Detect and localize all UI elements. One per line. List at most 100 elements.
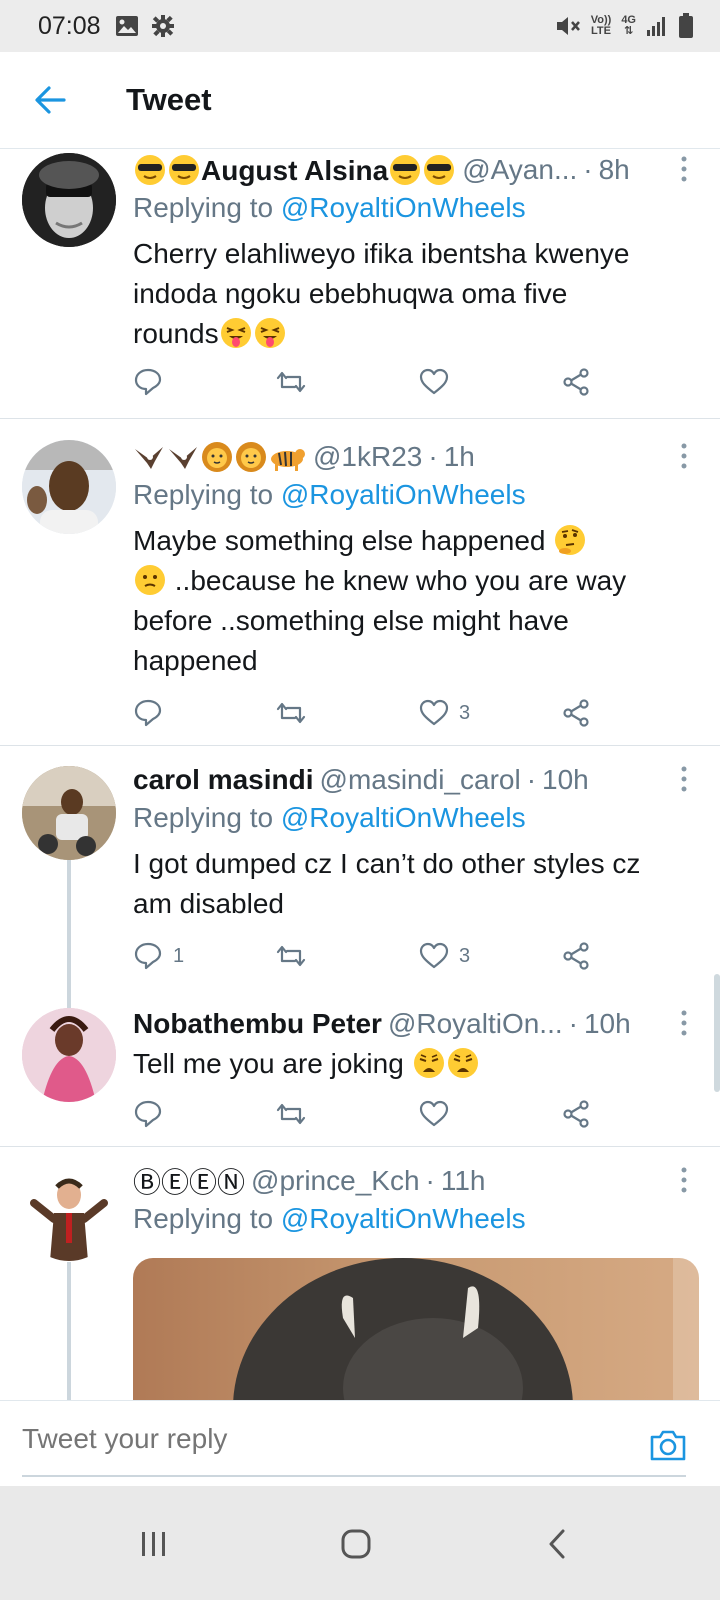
scrollbar-thumb[interactable] xyxy=(714,974,720,1092)
retweet-button[interactable] xyxy=(275,695,307,731)
author-handle[interactable]: @masindi_carol xyxy=(320,764,521,796)
reply-button[interactable] xyxy=(133,1096,173,1132)
avatar[interactable] xyxy=(22,766,116,860)
tweet-item[interactable]: @1kR23 · 1h Replying to @RoyaltiOnWheels… xyxy=(0,419,720,745)
tweet-media-image[interactable] xyxy=(133,1258,699,1418)
top-app-bar: Tweet xyxy=(0,52,720,149)
author-name[interactable]: ⒷⒺⒺⓃ xyxy=(133,1161,245,1201)
camera-icon[interactable] xyxy=(648,1425,688,1465)
avatar-image xyxy=(22,440,116,534)
confused-face-emoji-icon xyxy=(134,564,166,596)
like-button[interactable] xyxy=(419,1096,459,1132)
cool-face-emoji-icon xyxy=(423,154,455,186)
author-handle[interactable]: @Ayan... xyxy=(462,154,577,186)
home-icon[interactable] xyxy=(334,1522,378,1566)
share-icon xyxy=(563,942,589,970)
mention-link[interactable]: @RoyaltiOnWheels xyxy=(281,192,526,223)
retweet-icon xyxy=(276,1103,306,1125)
gallery-notification-icon xyxy=(115,16,138,36)
share-button[interactable] xyxy=(561,938,591,974)
kebab-menu-icon[interactable] xyxy=(674,764,694,798)
like-count: 3 xyxy=(459,944,471,967)
reply-button[interactable]: 1 xyxy=(133,938,184,974)
retweet-button[interactable] xyxy=(275,938,307,974)
media-photo xyxy=(133,1258,699,1418)
replying-to: Replying to @RoyaltiOnWheels xyxy=(133,1203,526,1234)
heart-icon xyxy=(419,368,449,395)
replying-to: Replying to @RoyaltiOnWheels xyxy=(133,192,526,223)
battery-icon xyxy=(679,13,693,38)
tweet-time: 10h xyxy=(583,1008,631,1039)
mention-link[interactable]: @RoyaltiOnWheels xyxy=(281,1203,526,1234)
comment-icon xyxy=(134,942,162,970)
heart-icon xyxy=(419,699,449,726)
tweet-item[interactable]: Nobathembu Peter @RoyaltiOn... · 10h Tel… xyxy=(0,996,720,1146)
share-icon xyxy=(563,699,589,727)
retweet-button[interactable] xyxy=(275,364,307,400)
author-name[interactable]: August Alsina xyxy=(201,155,388,186)
settings-notification-icon xyxy=(151,15,174,37)
share-button[interactable] xyxy=(561,1096,591,1132)
tweet-item[interactable]: ⒷⒺⒺⓃ @prince_Kch · 11h Replying to @Roya… xyxy=(0,1147,720,1418)
like-button[interactable]: 3 xyxy=(419,695,470,731)
status-bar: 07:08 Vo)) LTE 4G ⇅ xyxy=(0,0,720,52)
avatar-image xyxy=(22,1167,116,1261)
tweet-time: 8h xyxy=(598,154,630,185)
avatar[interactable] xyxy=(22,1008,116,1102)
kebab-menu-icon[interactable] xyxy=(674,441,694,475)
like-button[interactable]: 3 xyxy=(419,938,470,974)
reply-button[interactable] xyxy=(133,695,173,731)
author-handle[interactable]: @RoyaltiOn... xyxy=(388,1008,563,1040)
share-button[interactable] xyxy=(561,695,591,731)
avatar-image xyxy=(22,1008,116,1102)
like-count: 3 xyxy=(459,701,471,724)
replying-to: Replying to @RoyaltiOnWheels xyxy=(133,802,526,833)
tweet-time: 10h xyxy=(542,764,589,795)
retweet-button[interactable] xyxy=(275,1096,307,1132)
weary-face-emoji-icon xyxy=(413,1047,445,1079)
retweet-icon xyxy=(276,945,306,967)
share-icon xyxy=(563,368,589,396)
tweet-text: Cherry elahliweyo ifika ibentsha kwenye … xyxy=(133,238,630,349)
comment-icon xyxy=(134,1100,162,1128)
weary-face-emoji-icon xyxy=(447,1047,479,1079)
share-button[interactable] xyxy=(561,364,591,400)
tweet-actions: 1 3 xyxy=(133,938,613,974)
reply-button[interactable] xyxy=(133,364,173,400)
mention-link[interactable]: @RoyaltiOnWheels xyxy=(281,802,526,833)
replying-to: Replying to @RoyaltiOnWheels xyxy=(133,479,526,510)
reply-input-underline xyxy=(22,1475,686,1477)
kebab-menu-icon[interactable] xyxy=(674,1008,694,1042)
avatar[interactable] xyxy=(22,153,116,247)
tweet-text: I got dumped cz I can’t do other styles … xyxy=(133,848,641,919)
author-name[interactable]: carol masindi xyxy=(133,764,314,796)
comment-icon xyxy=(134,699,162,727)
tweet-item[interactable]: carol masindi @masindi_carol · 10h Reply… xyxy=(0,746,720,982)
page-title: Tweet xyxy=(126,82,212,117)
avatar[interactable] xyxy=(22,440,116,534)
kebab-menu-icon[interactable] xyxy=(674,1165,694,1199)
author-handle[interactable]: @1kR23 xyxy=(313,441,422,473)
mention-link[interactable]: @RoyaltiOnWheels xyxy=(281,479,526,510)
tweet-item[interactable]: August Alsina @Ayan... · 8h Replying to … xyxy=(0,150,720,418)
author-handle[interactable]: @prince_Kch xyxy=(251,1165,420,1197)
replies-feed[interactable]: August Alsina @Ayan... · 8h Replying to … xyxy=(0,150,720,1428)
back-button[interactable] xyxy=(30,80,70,120)
lion-emoji-icon xyxy=(236,442,266,472)
back-nav-icon[interactable] xyxy=(536,1522,580,1566)
kebab-menu-icon[interactable] xyxy=(674,154,694,188)
tweet-time: 1h xyxy=(443,441,475,472)
heart-icon xyxy=(419,1100,449,1127)
like-button[interactable] xyxy=(419,364,459,400)
signal-icon xyxy=(647,17,665,36)
recent-apps-icon[interactable] xyxy=(132,1522,176,1566)
lte-label: LTE xyxy=(591,25,611,37)
share-icon xyxy=(563,1100,589,1128)
cool-face-emoji-icon xyxy=(389,154,421,186)
eagle-emoji-icon xyxy=(135,447,163,469)
avatar[interactable] xyxy=(22,1167,116,1261)
author-name[interactable]: Nobathembu Peter xyxy=(133,1008,382,1040)
arrow-left-icon xyxy=(35,86,66,114)
reply-input[interactable] xyxy=(22,1423,602,1455)
tongue-emoji-icon xyxy=(254,317,286,349)
